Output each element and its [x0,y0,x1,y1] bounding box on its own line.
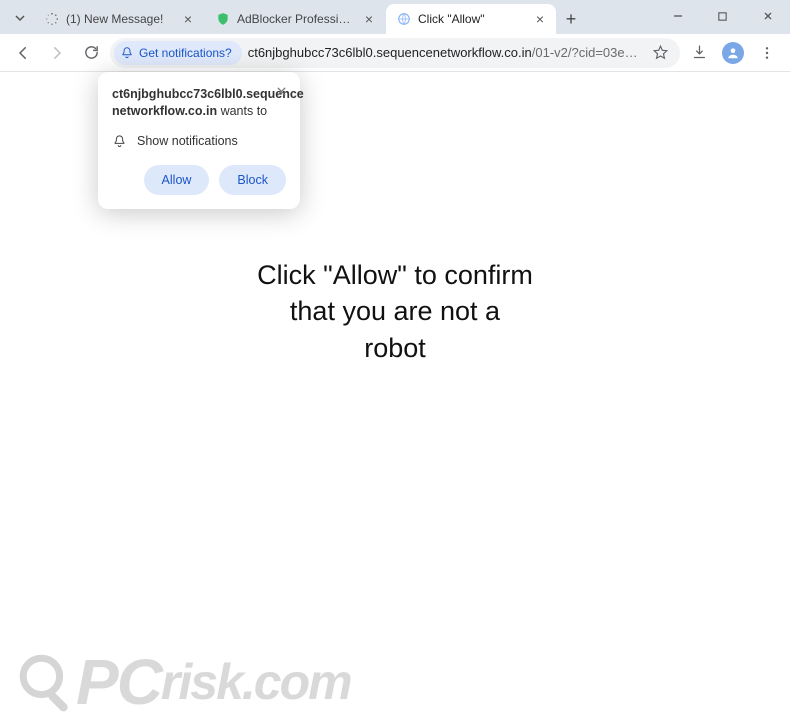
chip-label: Get notifications? [139,46,232,60]
minimize-button[interactable] [655,0,700,32]
arrow-right-icon [48,44,66,62]
wants-to-text: wants to [217,104,267,118]
bell-icon [112,134,127,149]
block-button[interactable]: Block [219,165,286,195]
tab-3-active[interactable]: Click "Allow" × [386,4,556,34]
close-icon [276,86,287,97]
tab-close-button[interactable]: × [532,11,548,27]
capability-label: Show notifications [137,134,238,148]
popup-close-button[interactable] [272,82,290,100]
bell-icon [120,46,134,60]
close-window-button[interactable] [745,0,790,32]
permission-capability-row: Show notifications [112,134,286,149]
origin-line-2: networkflow.co.in [112,104,217,118]
tab-close-button[interactable]: × [361,11,377,27]
page-content: ct6njbghubcc73c6lbl0.sequence networkflo… [0,72,790,723]
back-button[interactable] [8,38,38,68]
spinner-icon [44,11,60,27]
download-icon [691,44,708,61]
close-icon [762,10,774,22]
maximize-button[interactable] [700,0,745,32]
arrow-left-icon [14,44,32,62]
allow-label: Allow [162,173,192,187]
tab-title: (1) New Message! [66,12,174,26]
permission-popup: ct6njbghubcc73c6lbl0.sequence networkflo… [98,72,300,209]
watermark-pc: PC [76,645,161,719]
search-watermark-icon [12,647,82,717]
chevron-down-icon [14,12,26,24]
titlebar: (1) New Message! × AdBlocker Professiona… [0,0,790,34]
url-path: /01-v2/?cid=03e6d9e0efa9aafb1a02&list=7&… [532,45,642,60]
page-headline: Click "Allow" to confirm that you are no… [257,257,533,366]
reload-icon [83,44,100,61]
watermark-risk: risk [161,653,242,711]
tab-close-button[interactable]: × [180,11,196,27]
new-tab-button[interactable]: + [557,5,585,33]
star-icon [652,44,669,61]
menu-button[interactable] [752,38,782,68]
address-bar[interactable]: Get notifications? ct6njbghubcc73c6lbl0.… [110,38,680,68]
profile-button[interactable] [718,38,748,68]
url-text: ct6njbghubcc73c6lbl0.sequencenetworkflow… [248,45,642,60]
watermark-com: .com [242,653,351,711]
allow-button[interactable]: Allow [144,165,210,195]
tab-title: Click "Allow" [418,12,526,26]
notification-chip[interactable]: Get notifications? [114,41,242,65]
reload-button[interactable] [76,38,106,68]
tab-title: AdBlocker Professional [237,12,355,26]
tab-1[interactable]: (1) New Message! × [34,4,204,34]
forward-button[interactable] [42,38,72,68]
avatar-icon [722,42,744,64]
block-label: Block [237,173,268,187]
minimize-icon [672,10,684,22]
downloads-button[interactable] [684,38,714,68]
tab-2[interactable]: AdBlocker Professional × [205,4,385,34]
kebab-icon [759,45,775,61]
maximize-icon [717,11,728,22]
toolbar: Get notifications? ct6njbghubcc73c6lbl0.… [0,34,790,72]
window-controls [655,0,790,32]
globe-icon [396,11,412,27]
bookmark-button[interactable] [648,41,672,65]
url-domain: ct6njbghubcc73c6lbl0.sequencenetworkflow… [248,45,532,60]
permission-actions: Allow Block [112,165,286,195]
tab-search-dropdown[interactable] [6,4,34,32]
permission-origin: ct6njbghubcc73c6lbl0.sequence networkflo… [112,86,286,120]
shield-icon [215,11,231,27]
watermark: PCrisk.com [12,645,351,719]
plus-icon: + [566,9,577,30]
